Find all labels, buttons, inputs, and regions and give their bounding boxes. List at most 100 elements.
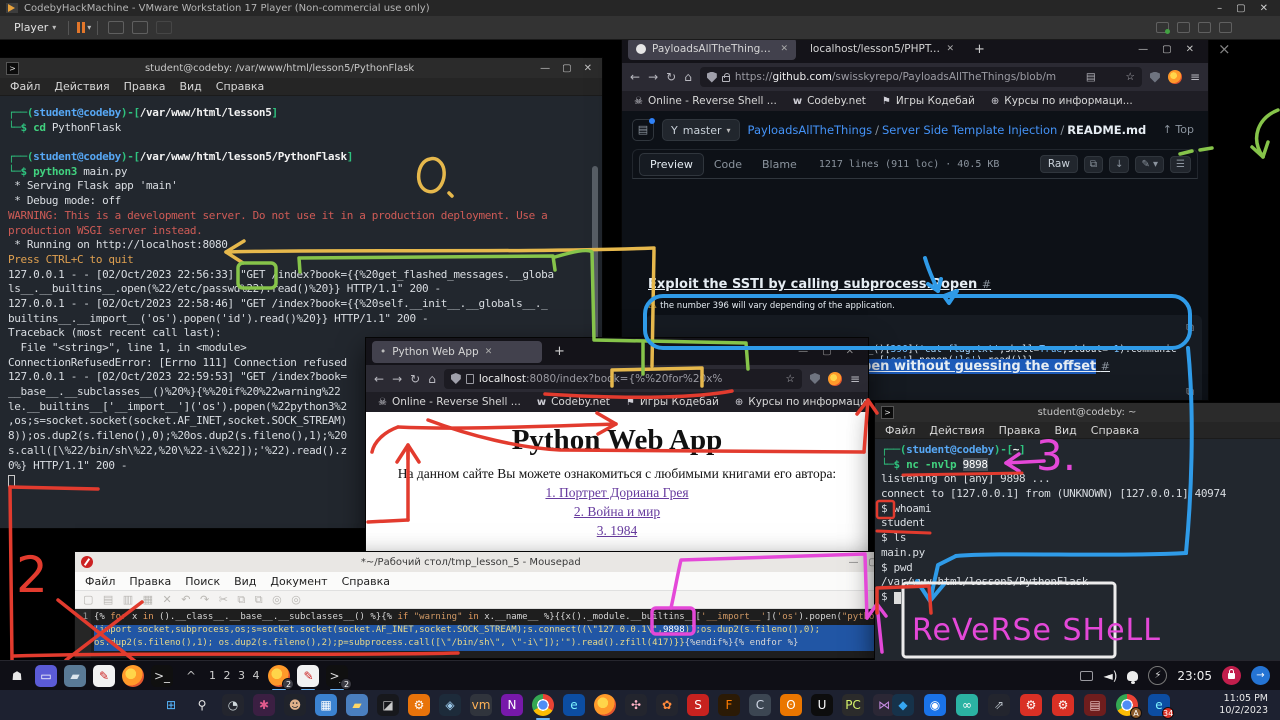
new-tab-button[interactable]: + [548, 344, 571, 359]
windows-start-icon[interactable]: ⊞ [160, 694, 182, 716]
gear-orange-app-icon[interactable]: ⚙ [408, 694, 430, 716]
tab-python-web-app[interactable]: • Python Web App✕ [372, 341, 542, 363]
blender-icon[interactable]: ʘ [780, 694, 802, 716]
scrollbar[interactable] [592, 166, 598, 366]
minimize-icon[interactable]: — [540, 63, 550, 74]
breadcrumb-dir-link[interactable]: Server Side Template Injection [882, 123, 1057, 137]
tab-localhost-phptwig[interactable]: localhost/lesson5/PHPTwig/i✕ [802, 38, 962, 60]
menu-help[interactable]: Справка [216, 80, 264, 93]
cinema4d-icon[interactable]: C [749, 694, 771, 716]
menu-search[interactable]: Поиск [185, 575, 220, 588]
firefox-icon[interactable] [594, 694, 616, 716]
tab-close-icon[interactable]: ✕ [780, 44, 788, 54]
new-tab-button[interactable]: + [968, 42, 991, 57]
menu-view[interactable]: Вид [179, 80, 201, 93]
terminal-app-icon[interactable]: >_ [151, 665, 173, 687]
chrome-icon[interactable] [532, 694, 554, 716]
onenote-icon[interactable]: N [501, 694, 523, 716]
logout-icon[interactable]: → [1251, 666, 1270, 685]
menu-view[interactable]: Вид [234, 575, 256, 588]
adblock-extension-icon[interactable] [1150, 72, 1160, 83]
menu-actions[interactable]: Действия [929, 424, 984, 437]
teal-app-icon[interactable]: ∞ [956, 694, 978, 716]
download-icon[interactable]: ↓ [1109, 156, 1129, 173]
pycharm-icon[interactable]: PC [842, 694, 864, 716]
davinci-resolve-icon[interactable]: ✣ [625, 694, 647, 716]
firefox-window-icon[interactable]: 2 [268, 665, 290, 687]
book-link-3[interactable]: 3. 1984 [366, 523, 868, 539]
network-device-icon[interactable] [1156, 22, 1169, 33]
minimize-icon[interactable]: — [798, 346, 808, 357]
vmware-maximize-button[interactable]: ▢ [1236, 3, 1245, 14]
player-menu[interactable]: Player▾ [8, 19, 62, 36]
home-icon[interactable]: ⌂ [428, 372, 436, 386]
power-manager-icon[interactable]: ⚡ [1148, 666, 1167, 685]
workspace-icon[interactable] [1080, 671, 1093, 681]
pause-icon[interactable] [77, 22, 85, 33]
shield-icon[interactable] [707, 72, 717, 83]
mousepad-window-icon[interactable]: ✎ [297, 665, 319, 687]
edge-icon[interactable]: e [563, 694, 585, 716]
minimize-icon[interactable]: — [1138, 44, 1148, 55]
menu-edit[interactable]: Правка [129, 575, 171, 588]
bookmark-games[interactable]: ⚑Игры Кодебай [882, 95, 975, 107]
origami-app-icon[interactable]: ⇗ [988, 694, 1010, 716]
portrait-app-icon[interactable]: ☻ [284, 694, 306, 716]
adblock-extension-icon[interactable] [810, 373, 820, 384]
tab-code[interactable]: Code [704, 154, 752, 175]
home-icon[interactable]: ⌂ [684, 70, 692, 84]
bookmark-courses[interactable]: ⊕Курсы по информаци... [735, 396, 868, 408]
bookmark-star-icon[interactable]: ☆ [1126, 71, 1135, 83]
substance-icon[interactable]: S [687, 694, 709, 716]
usb-device-icon[interactable] [1198, 22, 1211, 33]
breadcrumb-repo-link[interactable]: PayloadsAllTheThings [748, 123, 873, 137]
terminal-window-icon[interactable]: >_2 [326, 665, 348, 687]
reload-icon[interactable]: ↻ [666, 70, 676, 84]
terminal-left-titlebar[interactable]: > student@codeby: /var/www/html/lesson5/… [0, 58, 602, 78]
anchor-link-icon[interactable]: # [982, 278, 991, 291]
forward-icon[interactable]: → [392, 372, 402, 386]
maps-pin-icon[interactable]: ◉ [924, 694, 946, 716]
sidebar-toggle-icon[interactable]: ▤ [632, 119, 654, 141]
red-gear-app-2-icon[interactable]: ⚙ [1052, 694, 1074, 716]
sound-device-icon[interactable] [1219, 22, 1232, 33]
url-bar[interactable]: https://github.com/swisskyrepo/PayloadsA… [700, 67, 1142, 87]
tab-preview[interactable]: Preview [639, 153, 704, 176]
windows-clock[interactable]: 11:05 PM 10/2/2023 [1219, 693, 1268, 717]
menu-help[interactable]: Справка [342, 575, 390, 588]
vm-clock[interactable]: 23:05 [1177, 669, 1212, 683]
close-icon[interactable]: ✕ [846, 346, 854, 357]
terminal-right-body[interactable]: ┌──(student@codeby)-[~]└─$ nc -nvlp 9898… [875, 439, 1280, 660]
reload-icon[interactable]: ↻ [410, 372, 420, 386]
stray-close-icon[interactable]: × [1218, 40, 1231, 58]
fullscreen-icon[interactable] [132, 21, 148, 34]
shield-icon[interactable] [451, 373, 461, 384]
bookmark-star-icon[interactable]: ☆ [786, 373, 795, 385]
terminal-right-titlebar[interactable]: > student@codeby: ~ [875, 403, 1280, 422]
menu-edit[interactable]: Правка [124, 80, 166, 93]
gauge-app-icon[interactable]: ◔ [222, 694, 244, 716]
edge-downloads-icon[interactable]: e34 [1148, 694, 1170, 716]
close-icon[interactable]: ✕ [584, 63, 592, 74]
back-icon[interactable]: ← [630, 70, 640, 84]
menu-file[interactable]: Файл [10, 80, 40, 93]
menu-view[interactable]: Вид [1054, 424, 1076, 437]
mousepad-editor[interactable]: 1 {% for x in ().__class__.__base__.__su… [75, 609, 886, 658]
bookmark-courses[interactable]: ⊕Курсы по информаци... [991, 95, 1133, 107]
bookmark-games[interactable]: ⚑Игры Кодебай [626, 396, 719, 408]
menu-file[interactable]: Файл [85, 575, 115, 588]
firefox-account-icon[interactable] [1168, 70, 1182, 84]
menu-help[interactable]: Справка [1091, 424, 1139, 437]
firefox-account-icon[interactable] [828, 372, 842, 386]
forward-icon[interactable]: → [648, 70, 658, 84]
menu-edit[interactable]: Правка [999, 424, 1041, 437]
maximize-icon[interactable]: ▢ [1162, 44, 1171, 55]
hamburger-menu-icon[interactable]: ≡ [1190, 70, 1200, 84]
vmware-close-button[interactable]: ✕ [1260, 3, 1268, 14]
tab-close-icon[interactable]: ✕ [485, 347, 493, 357]
workspace-pager[interactable]: 1 2 3 4 [209, 665, 261, 687]
firefox-app-icon[interactable] [122, 665, 144, 687]
volume-icon[interactable]: ◄) [1103, 669, 1117, 683]
branch-selector[interactable]: Ymaster▾ [662, 119, 740, 141]
maximize-icon[interactable]: ▢ [562, 63, 571, 74]
